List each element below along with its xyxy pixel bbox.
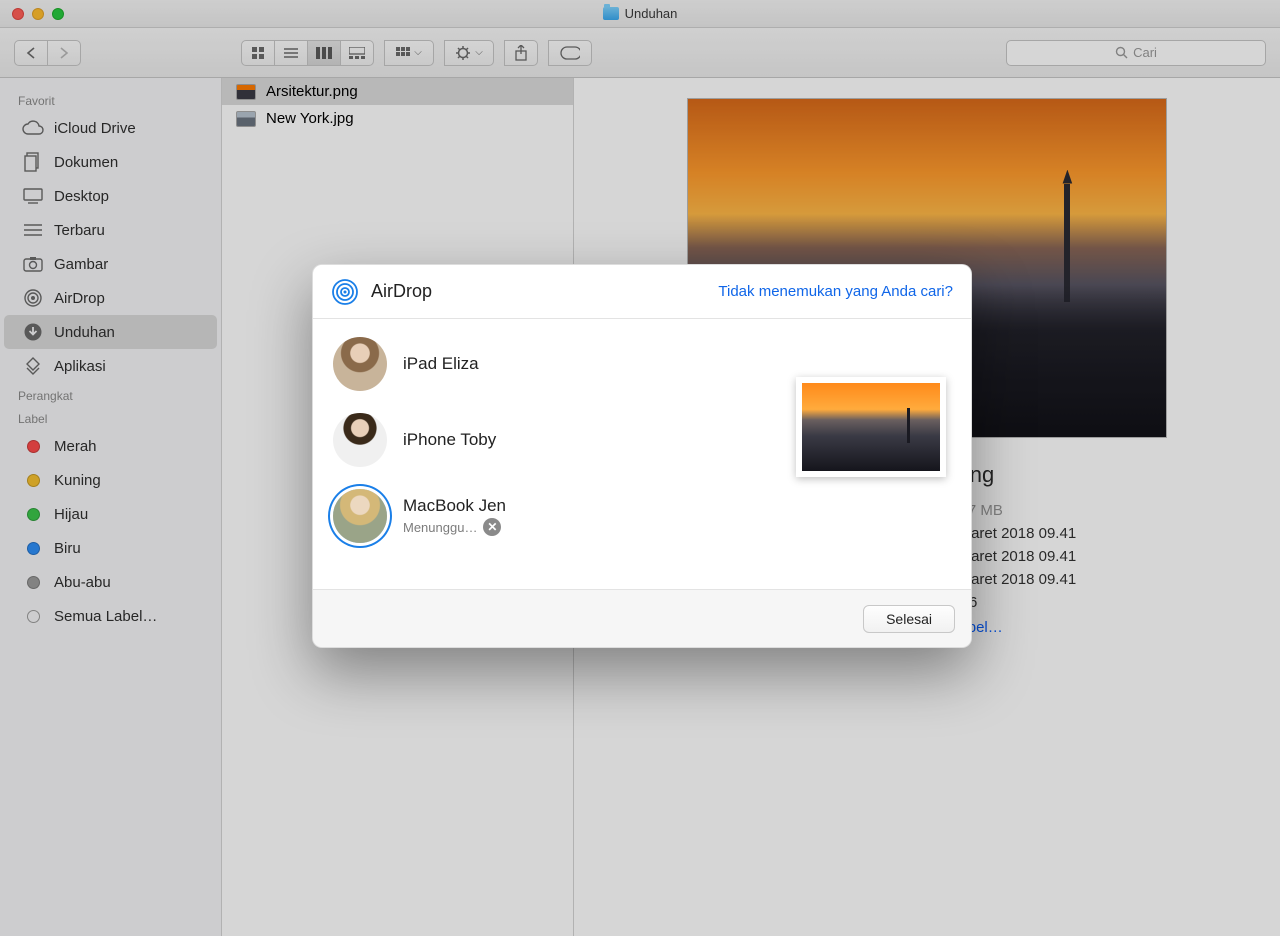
gallery-view-button[interactable]	[340, 40, 374, 66]
tag-dot-icon	[27, 474, 40, 487]
sidebar-item-documents[interactable]: Dokumen	[4, 145, 217, 179]
image-thumb-icon	[236, 111, 256, 127]
back-button[interactable]	[14, 40, 48, 66]
airdrop-help-link[interactable]: Tidak menemukan yang Anda cari?	[718, 283, 953, 300]
sidebar-item-pictures[interactable]: Gambar	[4, 247, 217, 281]
sidebar-item-desktop[interactable]: Desktop	[4, 179, 217, 213]
airdrop-icon	[22, 287, 44, 309]
tag-dot-icon	[27, 610, 40, 623]
nav-buttons	[14, 40, 81, 66]
recent-icon	[22, 219, 44, 241]
airdrop-target[interactable]: iPad Eliza	[333, 337, 791, 391]
sidebar-tag-all[interactable]: Semua Label…	[4, 599, 217, 633]
avatar	[333, 489, 387, 543]
folder-icon	[603, 7, 619, 20]
apps-icon	[22, 355, 44, 377]
close-window-button[interactable]	[12, 8, 24, 20]
download-icon	[22, 321, 44, 343]
sidebar-header-devices: Perangkat	[0, 383, 221, 406]
minimize-window-button[interactable]	[32, 8, 44, 20]
toolbar: ⌵ ⌵ Cari	[0, 28, 1280, 78]
window-controls	[12, 8, 64, 20]
view-buttons	[241, 40, 374, 66]
arrange-button[interactable]: ⌵	[384, 40, 434, 66]
airdrop-preview-thumb	[796, 377, 946, 477]
target-status: Menunggu…	[403, 520, 477, 535]
share-button[interactable]	[504, 40, 538, 66]
airdrop-targets-list: iPad Eliza iPhone Toby MacBook Jen Menun…	[333, 337, 791, 565]
avatar	[333, 413, 387, 467]
file-item[interactable]: Arsitektur.png	[222, 78, 573, 105]
search-icon	[1115, 46, 1128, 59]
column-view-button[interactable]	[307, 40, 341, 66]
cloud-icon	[22, 117, 44, 139]
sidebar-item-applications[interactable]: Aplikasi	[4, 349, 217, 383]
documents-icon	[22, 151, 44, 173]
list-view-button[interactable]	[274, 40, 308, 66]
cancel-send-button[interactable]: ✕	[483, 518, 501, 536]
tag-dot-icon	[27, 542, 40, 555]
sidebar-tag-blue[interactable]: Biru	[4, 531, 217, 565]
avatar	[333, 337, 387, 391]
icon-view-button[interactable]	[241, 40, 275, 66]
titlebar: Unduhan	[0, 0, 1280, 28]
airdrop-target[interactable]: iPhone Toby	[333, 413, 791, 467]
airdrop-sheet: AirDrop Tidak menemukan yang Anda cari? …	[312, 264, 972, 648]
action-button[interactable]: ⌵	[444, 40, 494, 66]
sidebar: Favorit iCloud Drive Dokumen Desktop Ter…	[0, 78, 222, 936]
image-thumb-icon	[236, 84, 256, 100]
window-title: Unduhan	[625, 6, 678, 21]
search-input[interactable]: Cari	[1006, 40, 1266, 66]
sidebar-item-icloud[interactable]: iCloud Drive	[4, 111, 217, 145]
sidebar-item-downloads[interactable]: Unduhan	[4, 315, 217, 349]
file-item[interactable]: New York.jpg	[222, 105, 573, 132]
forward-button[interactable]	[47, 40, 81, 66]
sidebar-tag-green[interactable]: Hijau	[4, 497, 217, 531]
airdrop-header: AirDrop Tidak menemukan yang Anda cari?	[313, 265, 971, 319]
tag-dot-icon	[27, 508, 40, 521]
airdrop-icon	[331, 278, 359, 306]
airdrop-title: AirDrop	[371, 281, 432, 302]
desktop-icon	[22, 185, 44, 207]
camera-icon	[22, 253, 44, 275]
airdrop-target[interactable]: MacBook Jen Menunggu…✕	[333, 489, 791, 543]
zoom-window-button[interactable]	[52, 8, 64, 20]
done-button[interactable]: Selesai	[863, 605, 955, 633]
sidebar-tag-red[interactable]: Merah	[4, 429, 217, 463]
sidebar-item-recents[interactable]: Terbaru	[4, 213, 217, 247]
tag-dot-icon	[27, 440, 40, 453]
tags-button[interactable]	[548, 40, 592, 66]
sidebar-header-favorites: Favorit	[0, 88, 221, 111]
sidebar-tag-yellow[interactable]: Kuning	[4, 463, 217, 497]
sidebar-tag-gray[interactable]: Abu-abu	[4, 565, 217, 599]
sidebar-header-tags: Label	[0, 406, 221, 429]
tag-dot-icon	[27, 576, 40, 589]
sidebar-item-airdrop[interactable]: AirDrop	[4, 281, 217, 315]
